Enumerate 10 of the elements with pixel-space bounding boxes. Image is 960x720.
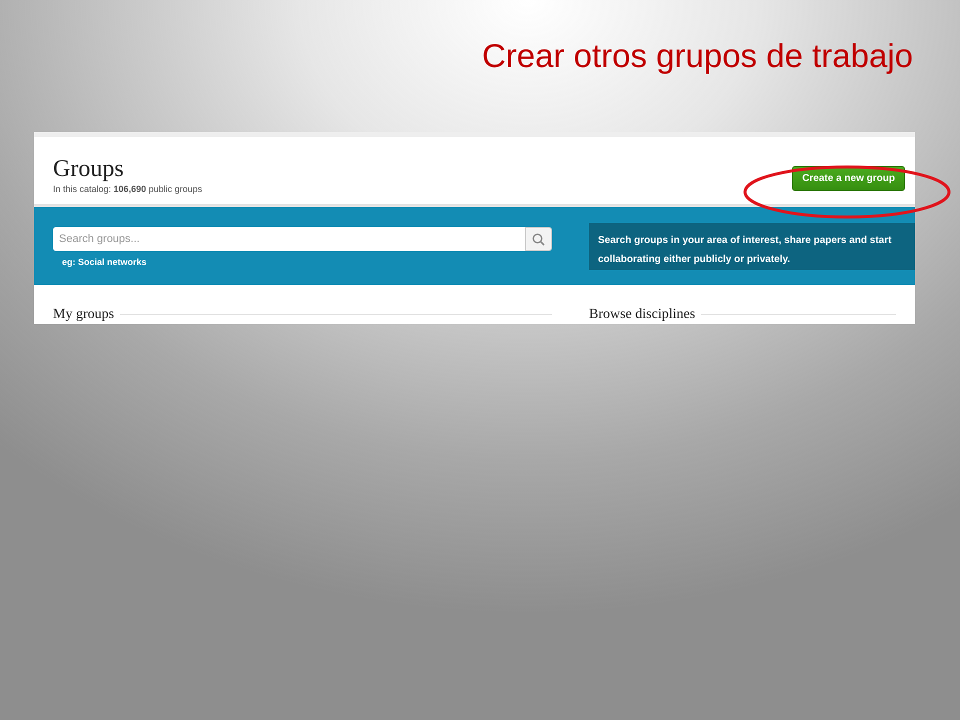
page-title: Groups [53, 156, 125, 182]
search-example: eg: Social networks [61, 257, 148, 267]
slide-title: Crear otros grupos de trabajo [482, 36, 913, 76]
search-icon [532, 232, 545, 246]
section-heading: My groups [53, 306, 114, 322]
catalog-count: In this catalog: 106,690 public groups [53, 184, 202, 194]
search-button[interactable] [525, 227, 552, 251]
section-heading: Browse disciplines [589, 306, 696, 322]
search-field[interactable]: Search groups... [53, 227, 525, 251]
info-text: Search groups in your area of interest, share papers and start collaborating either publicly or privately. [598, 235, 892, 265]
